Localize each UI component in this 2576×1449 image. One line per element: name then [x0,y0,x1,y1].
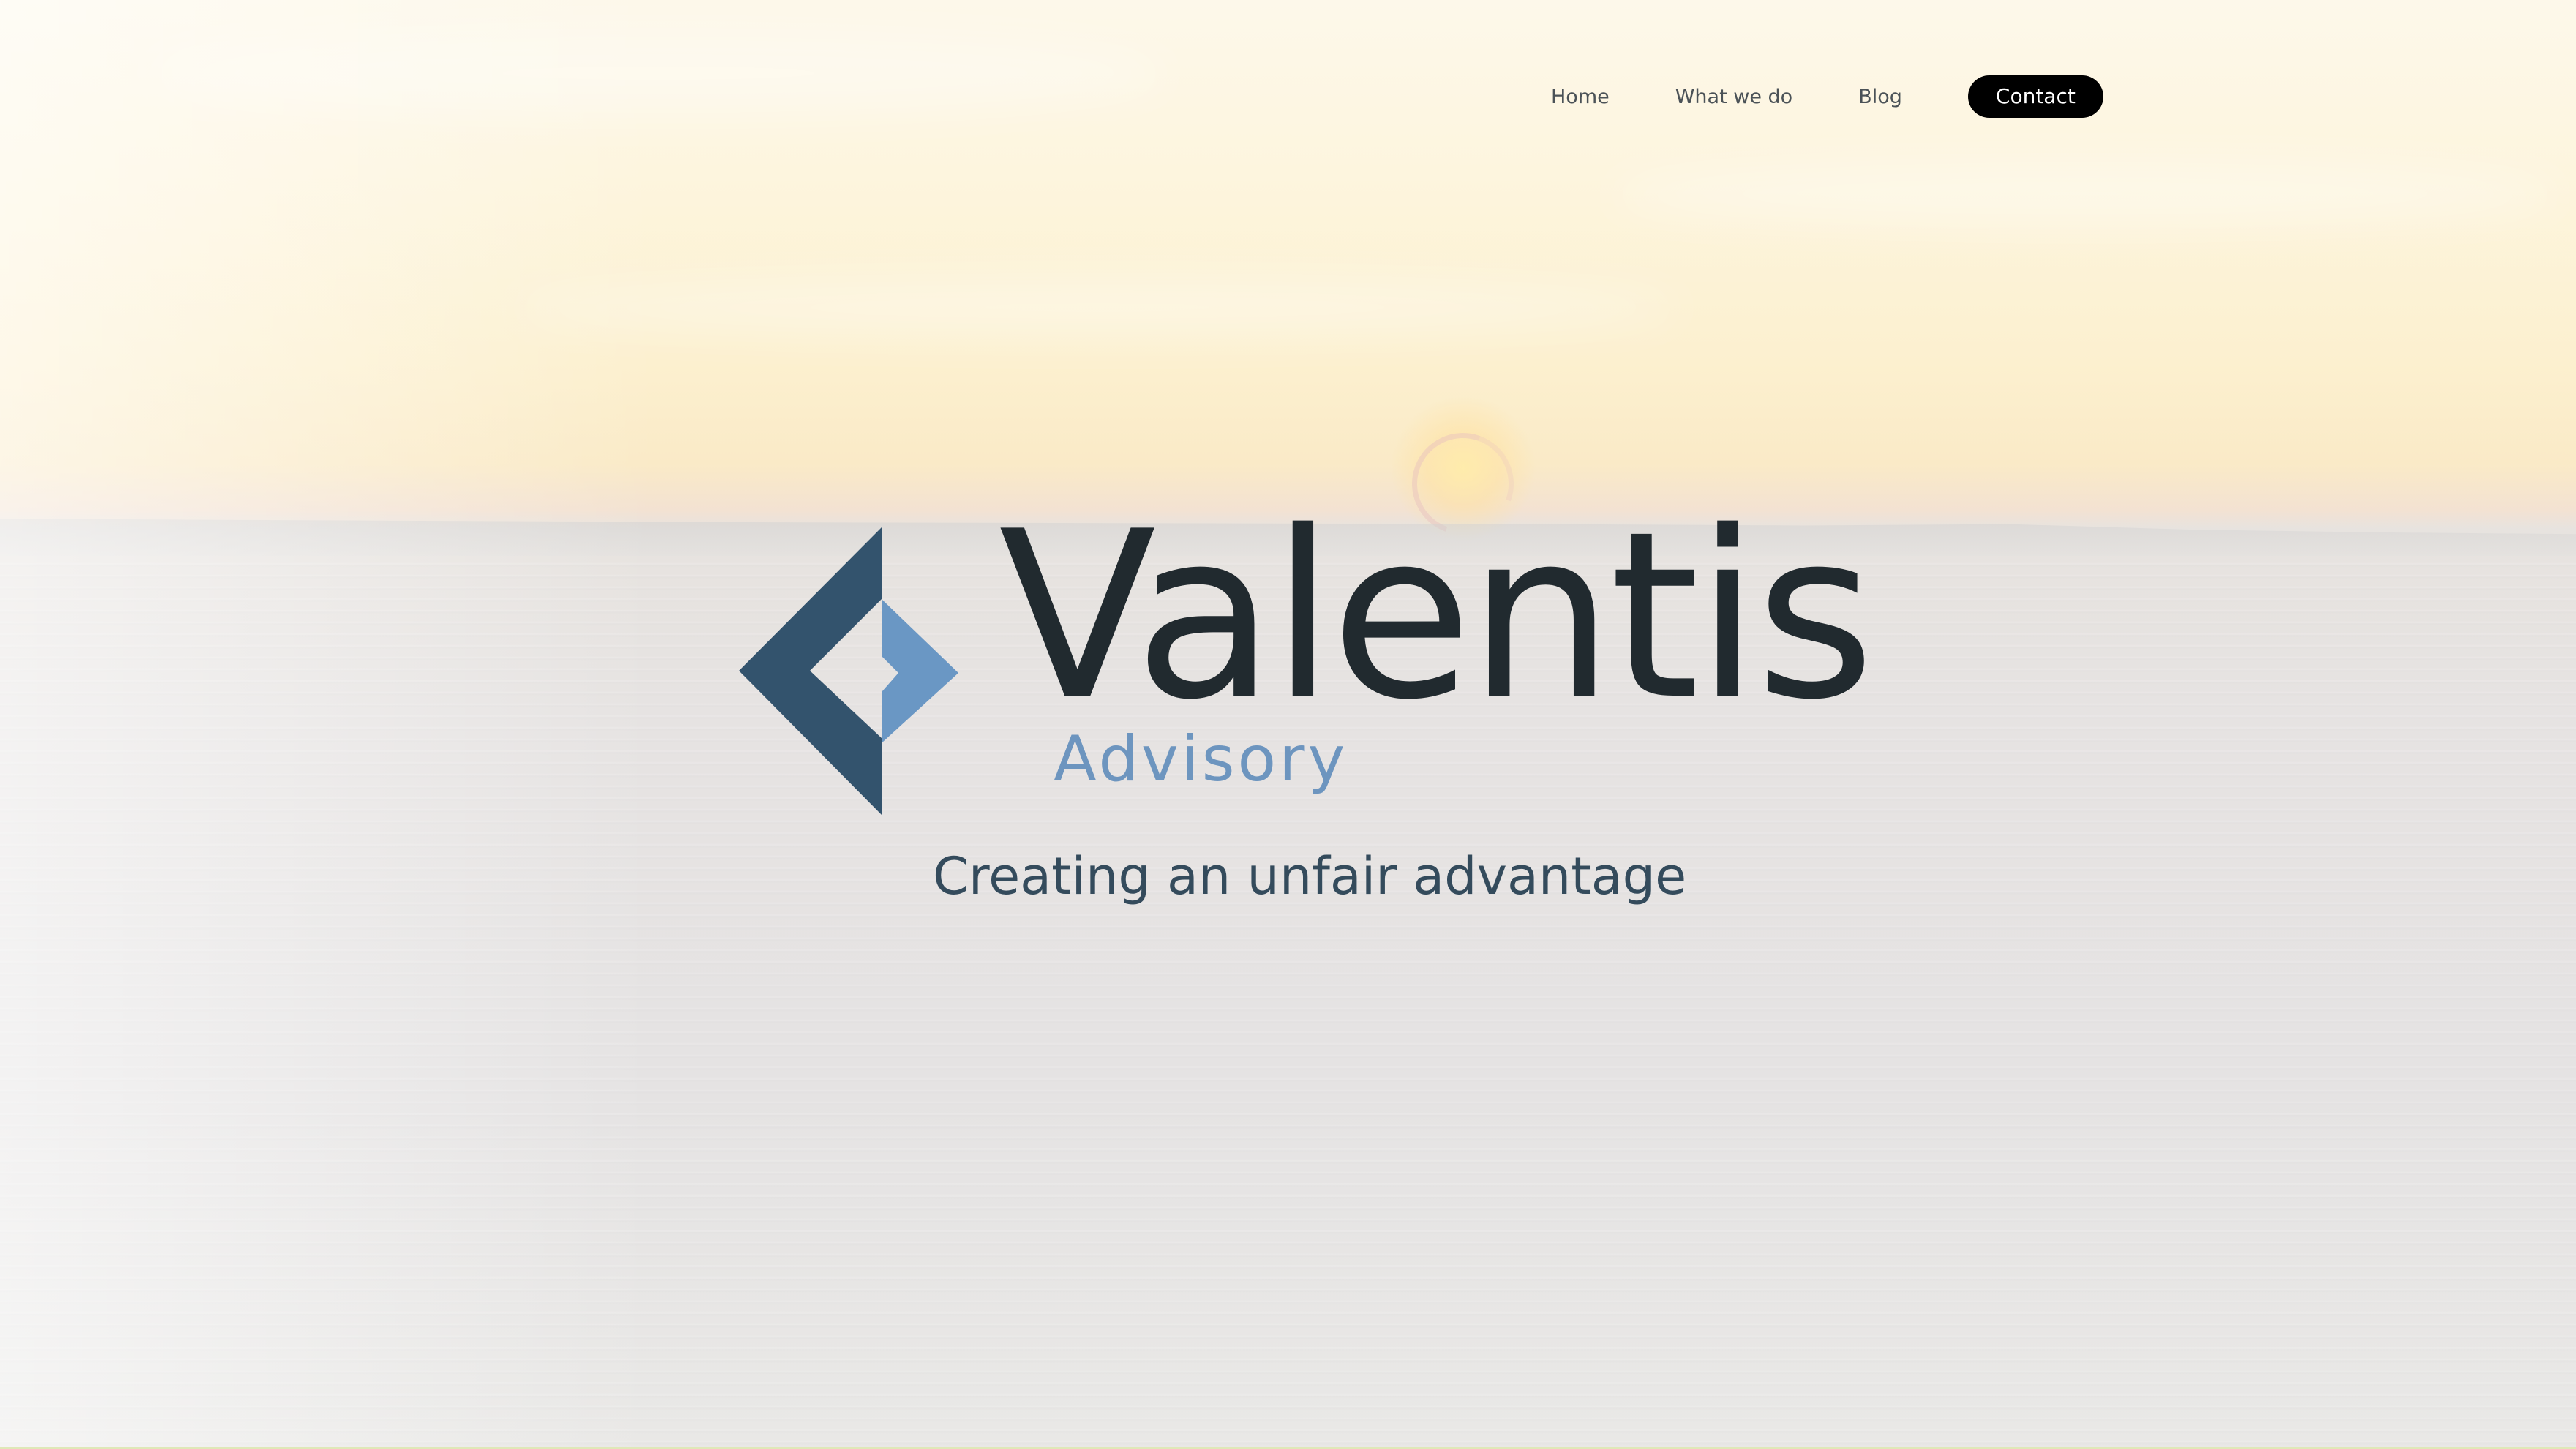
sky-cloud [512,278,1683,336]
nav-what-we-do-link[interactable]: What we do [1675,86,1792,108]
top-navigation: Home What we do Blog Contact [1551,75,2103,118]
nav-home-link[interactable]: Home [1551,86,1610,108]
diamond-logo-icon [739,527,958,816]
sky-cloud [1610,161,2561,227]
nav-blog-link[interactable]: Blog [1858,86,1902,108]
left-haze-overlay [0,0,658,1449]
logo-dark-chevron [739,527,882,816]
logo-light-chevron [882,600,958,742]
contact-button[interactable]: Contact [1967,75,2103,118]
brand-name: Valentis [999,483,1875,750]
hero-tagline: Creating an unfair advantage [933,846,1687,906]
brand-subtitle: Advisory [1054,723,1348,796]
